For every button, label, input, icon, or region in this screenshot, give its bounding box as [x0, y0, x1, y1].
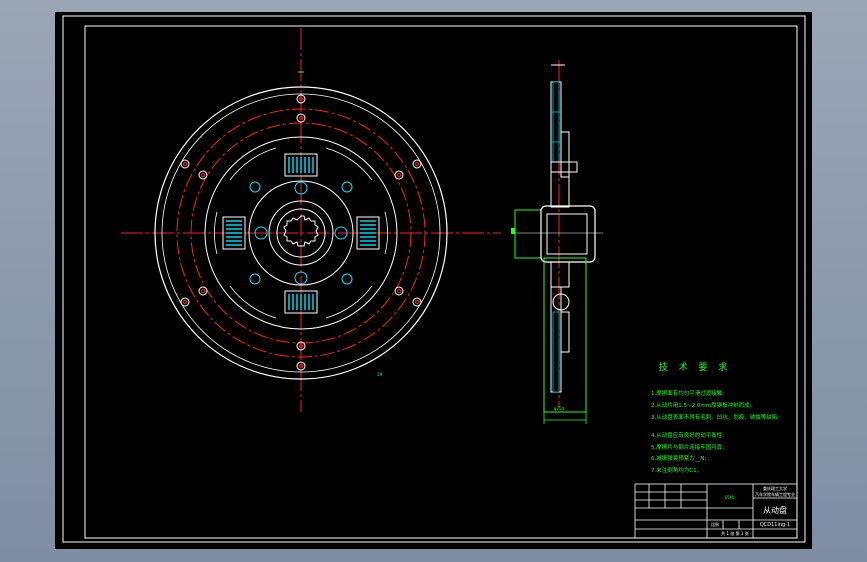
damper-spring-top [284, 153, 318, 177]
hub-section-green [514, 209, 542, 259]
damper-spring-left [222, 216, 246, 250]
cad-viewport[interactable]: 3# φ254 技 术 要 求 1.摩擦面有均匀平滑过渡接触; 2.从动片用1.… [55, 12, 812, 549]
requirement-line: 3.从动盘表面不得有毛刺、凹坑、划痕、锈蚀等缺陷; [651, 413, 779, 421]
school-line2: 汽车学院车辆工程专业 [755, 491, 795, 497]
dimension-box [543, 257, 587, 413]
requirement-line: 5.摩擦片与钢片连接牢固可靠; [651, 443, 724, 451]
requirement-line: 7.未注倒角均为C1。 [651, 466, 702, 474]
outer-border [62, 15, 806, 543]
note-mark: 3# [377, 372, 384, 377]
requirement-line: 6.减振弹簧预紧力__N; [651, 454, 706, 462]
dim-label: φ254 [554, 406, 565, 411]
scale-label: 比例 [711, 521, 719, 527]
requirement-line: 1.摩擦面有均匀平滑过渡接触; [651, 389, 724, 397]
tech-requirements: 技 术 要 求 1.摩擦面有均匀平滑过渡接触; 2.从动片用1.5~2.0mm厚… [651, 361, 779, 474]
drawing-number: QCD11ing-1 [760, 522, 790, 528]
clutch-drawing: 3# φ254 技 术 要 求 1.摩擦面有均匀平滑过渡接触; 2.从动片用1.… [62, 15, 806, 543]
tech-title: 技 术 要 求 [659, 361, 732, 373]
school-line1: 重庆理工大学 [763, 485, 787, 491]
side-view: φ254 [511, 60, 603, 424]
material-label: 65Mn [724, 495, 736, 500]
part-name: 从动盘 [763, 505, 787, 515]
requirement-line: 2.从动片用1.5~2.0mm厚钢板冲制而成; [651, 401, 752, 409]
requirement-line: 4.从动盘应有良好的动平衡性; [651, 431, 724, 439]
sheet-label: 共 1 张 第 1 张 [721, 530, 748, 536]
damper-spring-right [356, 216, 380, 250]
damper-spring-bottom [284, 290, 318, 314]
front-view: 3# [121, 28, 501, 412]
